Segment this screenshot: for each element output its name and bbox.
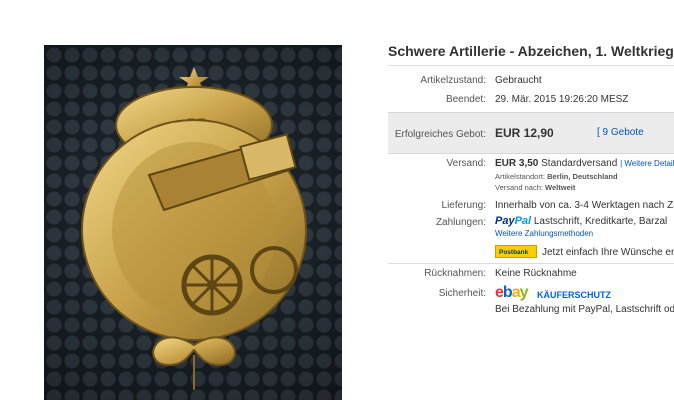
- delivery-value: Innerhalb von ca. 3-4 Werktagen nach Zah: [495, 200, 674, 211]
- security-value: Bei Bezahlung mit PayPal, Lastschrift od…: [495, 304, 674, 315]
- more-payment-methods-link[interactable]: Weitere Zahlungsmethoden: [495, 229, 593, 238]
- divider: [388, 263, 674, 264]
- ships-to-label: Versand nach:: [495, 183, 543, 192]
- ships-to-value: Weltweit: [545, 183, 576, 192]
- ebay-logo: ebay: [495, 284, 528, 301]
- delivery-label: Lieferung:: [441, 200, 486, 211]
- returns-value: Keine Rücknahme: [495, 268, 577, 279]
- location-label: Artikelstandort:: [495, 172, 546, 181]
- winning-bid-price: EUR 12,90: [495, 126, 554, 140]
- payments-label: Zahlungen:: [435, 217, 486, 228]
- location-value: Berlin, Deutschland: [547, 172, 618, 181]
- returns-label: Rücknahmen:: [424, 268, 486, 279]
- shipping-label: Versand:: [446, 158, 486, 169]
- shipping-price: EUR 3,50: [495, 158, 539, 169]
- condition-label: Artikelzustand:: [420, 75, 486, 86]
- bid-history-link[interactable]: [ 9 Gebote: [597, 127, 644, 138]
- artillery-badge-image: oHu: [81, 67, 307, 390]
- security-label: Sicherheit:: [438, 288, 486, 299]
- postbank-logo[interactable]: Postbank: [495, 245, 537, 258]
- product-photo[interactable]: oHu: [44, 45, 342, 400]
- divider: [388, 65, 674, 66]
- paypal-logo: PayPal: [495, 215, 532, 227]
- buyer-protection-label[interactable]: KÄUFERSCHUTZ: [537, 290, 611, 300]
- ended-label: Beendet:: [445, 94, 486, 105]
- postbank-promo[interactable]: Jetzt einfach Ihre Wünsche erfü: [542, 247, 674, 258]
- condition-value: Gebraucht: [495, 75, 542, 86]
- winning-bid-label: Erfolgreiches Gebot:: [394, 129, 486, 140]
- shipping-method: Standardversand: [541, 158, 618, 169]
- listing-title: Schwere Artillerie - Abzeichen, 1. Weltk…: [388, 43, 674, 59]
- shipping-details-link[interactable]: | Weitere Detail: [620, 159, 674, 168]
- ended-value: 29. Mär. 2015 19:26:20 MESZ: [495, 94, 629, 105]
- payment-methods: Lastschrift, Kreditkarte, Barzal: [533, 216, 668, 227]
